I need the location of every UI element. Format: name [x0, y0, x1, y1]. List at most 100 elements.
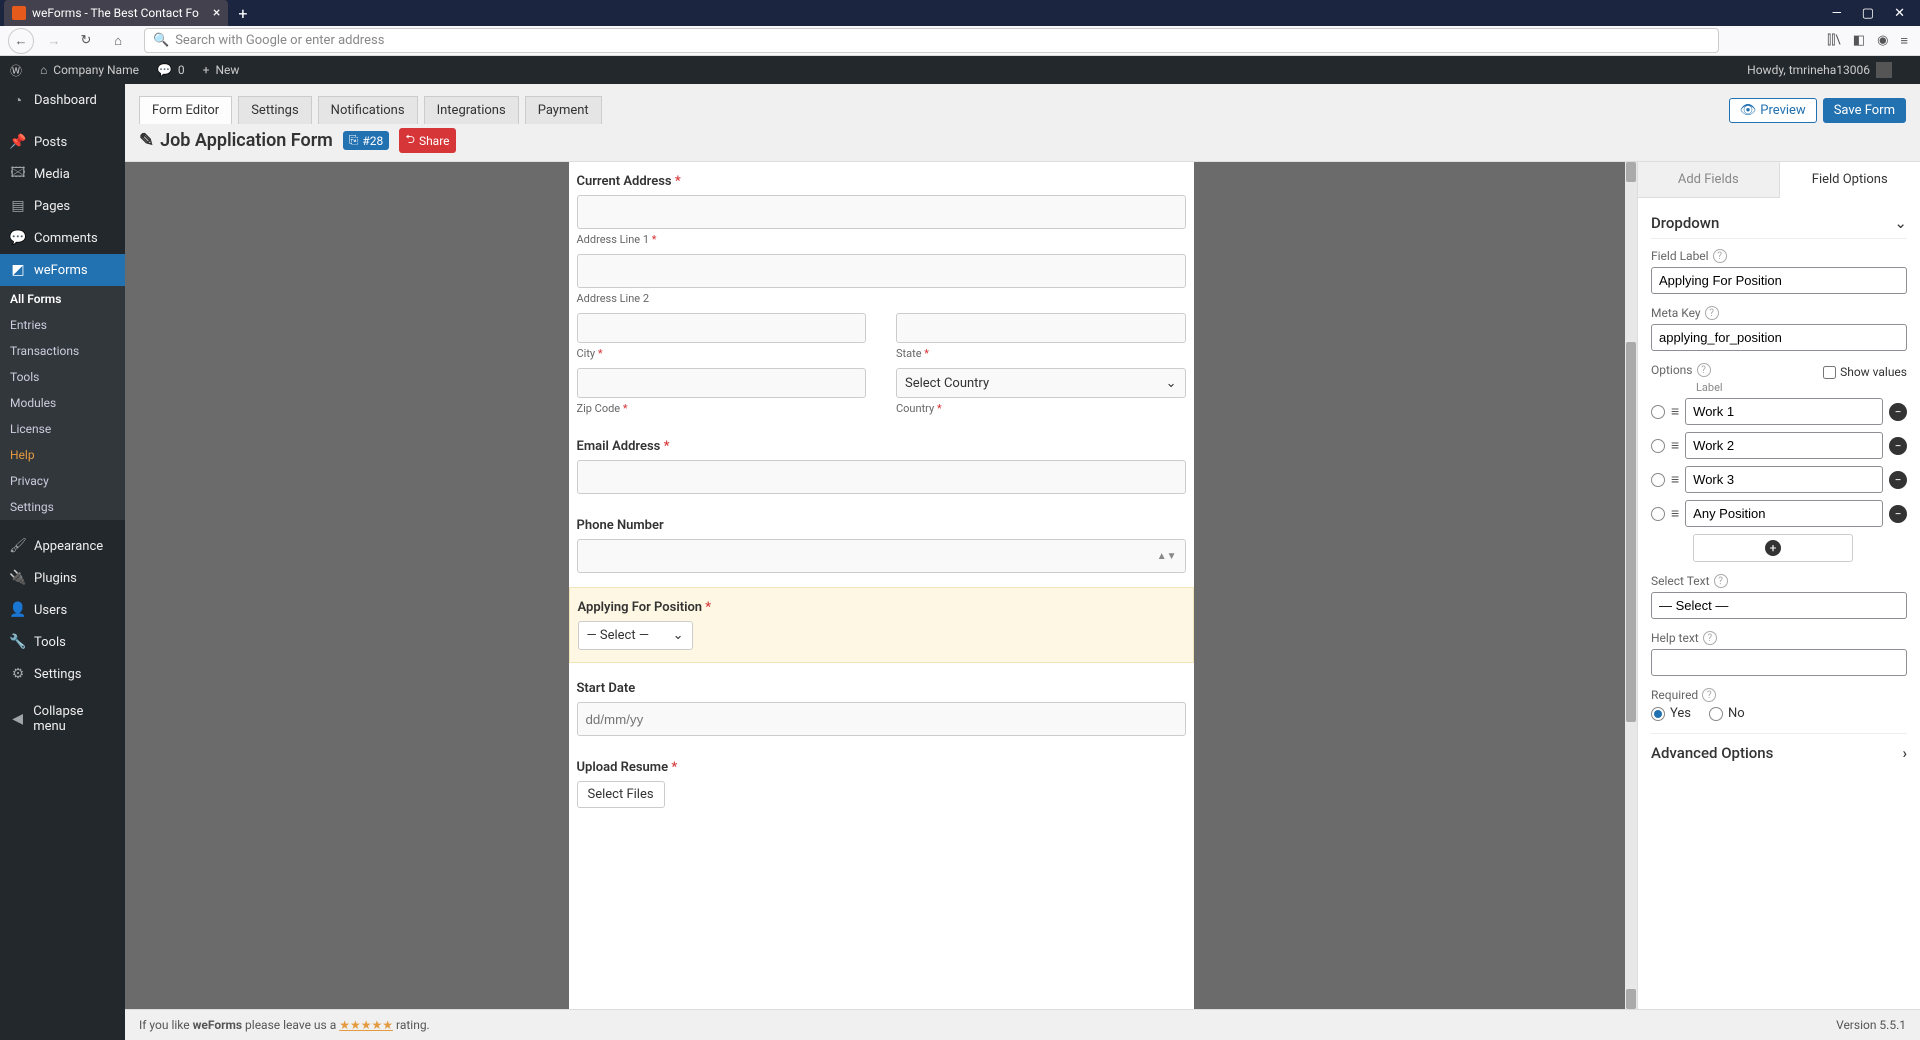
address-bar[interactable]: 🔍 Search with Google or enter address [144, 28, 1719, 53]
canvas-scrollbar[interactable] [1625, 162, 1637, 1009]
field-position-selected[interactable]: Applying For Position * — Select — ⌄ [569, 587, 1194, 663]
forward-button[interactable]: → [42, 29, 66, 53]
help-icon[interactable]: ? [1714, 574, 1728, 588]
drag-handle-icon[interactable]: ≡ [1671, 471, 1679, 488]
field-upload[interactable]: Upload Resume * Select Files [569, 754, 1194, 814]
scroll-up-icon[interactable] [1626, 162, 1636, 182]
wp-logo[interactable]: Ⓦ [10, 62, 22, 79]
remove-option-icon[interactable]: − [1889, 505, 1907, 523]
tab-integrations[interactable]: Integrations [424, 96, 519, 124]
menu-weforms[interactable]: ◩weForms [0, 254, 125, 286]
menu-collapse[interactable]: ◀Collapse menu [0, 696, 125, 742]
save-form-button[interactable]: Save Form [1823, 98, 1906, 123]
tab-close-icon[interactable]: × [213, 5, 220, 21]
tab-notifications[interactable]: Notifications [318, 96, 418, 124]
minimize-icon[interactable]: — [1832, 6, 1842, 21]
option-radio[interactable] [1651, 439, 1665, 453]
sub-settings[interactable]: Settings [0, 494, 125, 520]
back-button[interactable]: ← [8, 28, 34, 54]
scroll-thumb[interactable] [1626, 342, 1636, 722]
reload-button[interactable]: ↻ [74, 29, 98, 53]
addr1-input[interactable] [577, 195, 1186, 229]
tab-add-fields[interactable]: Add Fields [1638, 162, 1780, 198]
sub-tools[interactable]: Tools [0, 364, 125, 390]
field-label-input[interactable] [1651, 267, 1907, 294]
field-start-date[interactable]: Start Date [569, 675, 1194, 742]
menu-comments[interactable]: 💬Comments [0, 222, 125, 254]
menu-icon[interactable]: ≡ [1900, 33, 1908, 49]
option-radio[interactable] [1651, 507, 1665, 521]
tab-form-editor[interactable]: Form Editor [139, 96, 232, 124]
account-icon[interactable]: ◉ [1877, 33, 1888, 49]
remove-option-icon[interactable]: − [1889, 403, 1907, 421]
sub-license[interactable]: License [0, 416, 125, 442]
show-values-toggle[interactable]: Show values [1823, 365, 1907, 379]
home-button[interactable]: ⌂ [106, 29, 130, 53]
drag-handle-icon[interactable]: ≡ [1671, 403, 1679, 420]
option-input[interactable] [1685, 432, 1883, 459]
menu-settings[interactable]: ⚙Settings [0, 658, 125, 690]
required-no[interactable]: No [1709, 706, 1745, 721]
addr2-input[interactable] [577, 254, 1186, 288]
library-icon[interactable]: ⫿⫿\ [1827, 33, 1841, 49]
add-option-button[interactable]: + [1693, 534, 1853, 562]
help-icon[interactable]: ? [1713, 249, 1727, 263]
phone-input[interactable]: ▲▼ [577, 539, 1186, 573]
field-current-address[interactable]: Current Address * Address Line 1 * Addre… [569, 168, 1194, 421]
menu-users[interactable]: 👤Users [0, 594, 125, 626]
maximize-icon[interactable]: ▢ [1862, 6, 1874, 21]
help-icon[interactable]: ? [1703, 631, 1717, 645]
country-select[interactable]: Select Country ⌄ [896, 368, 1186, 398]
account-link[interactable]: Howdy, tmrineha13006 [1747, 62, 1892, 78]
meta-key-input[interactable] [1651, 324, 1907, 351]
position-select[interactable]: — Select — ⌄ [578, 621, 693, 650]
option-input[interactable] [1685, 398, 1883, 425]
required-yes[interactable]: Yes [1651, 706, 1691, 721]
help-icon[interactable]: ? [1697, 363, 1711, 377]
tab-field-options[interactable]: Field Options [1780, 162, 1920, 198]
state-input[interactable] [896, 313, 1186, 343]
option-radio[interactable] [1651, 405, 1665, 419]
city-input[interactable] [577, 313, 867, 343]
menu-tools[interactable]: 🔧Tools [0, 626, 125, 658]
section-dropdown[interactable]: Dropdown ⌄ [1651, 208, 1907, 239]
option-input[interactable] [1685, 500, 1883, 527]
form-title[interactable]: ✎ Job Application Form [139, 130, 333, 151]
select-text-input[interactable] [1651, 592, 1907, 619]
new-link[interactable]: + New [203, 63, 240, 77]
site-link[interactable]: ⌂ Company Name [40, 63, 139, 77]
section-advanced[interactable]: Advanced Options › [1651, 733, 1907, 768]
sidebar-icon[interactable]: ◧ [1853, 33, 1865, 49]
sub-entries[interactable]: Entries [0, 312, 125, 338]
share-button[interactable]: ⮌Share [399, 128, 455, 153]
zip-input[interactable] [577, 368, 867, 398]
preview-button[interactable]: 👁Preview [1729, 98, 1817, 123]
number-spinner-icon[interactable]: ▲▼ [1157, 551, 1177, 562]
browser-tab[interactable]: weForms - The Best Contact Fo × [4, 0, 228, 26]
shortcode-badge[interactable]: ⎘#28 [343, 131, 390, 150]
tab-payment[interactable]: Payment [525, 96, 602, 124]
scroll-down-icon[interactable] [1626, 989, 1636, 1009]
menu-dashboard[interactable]: ◔Dashboard [0, 84, 125, 116]
help-icon[interactable]: ? [1702, 688, 1716, 702]
rating-link[interactable]: ★★★★★ [339, 1018, 393, 1032]
new-tab-icon[interactable]: + [238, 4, 247, 23]
email-input[interactable] [577, 460, 1186, 494]
menu-posts[interactable]: 📌Posts [0, 126, 125, 158]
sub-modules[interactable]: Modules [0, 390, 125, 416]
drag-handle-icon[interactable]: ≡ [1671, 505, 1679, 522]
comments-link[interactable]: 💬 0 [157, 63, 185, 77]
option-radio[interactable] [1651, 473, 1665, 487]
menu-pages[interactable]: ▤Pages [0, 190, 125, 222]
sub-privacy[interactable]: Privacy [0, 468, 125, 494]
remove-option-icon[interactable]: − [1889, 437, 1907, 455]
tab-settings[interactable]: Settings [238, 96, 311, 124]
sub-transactions[interactable]: Transactions [0, 338, 125, 364]
close-window-icon[interactable]: ✕ [1894, 6, 1905, 21]
field-phone[interactable]: Phone Number ▲▼ [569, 512, 1194, 579]
field-email[interactable]: Email Address * [569, 433, 1194, 500]
drag-handle-icon[interactable]: ≡ [1671, 437, 1679, 454]
sub-all-forms[interactable]: All Forms [0, 286, 125, 312]
select-files-button[interactable]: Select Files [577, 781, 665, 808]
sub-help[interactable]: Help [0, 442, 125, 468]
